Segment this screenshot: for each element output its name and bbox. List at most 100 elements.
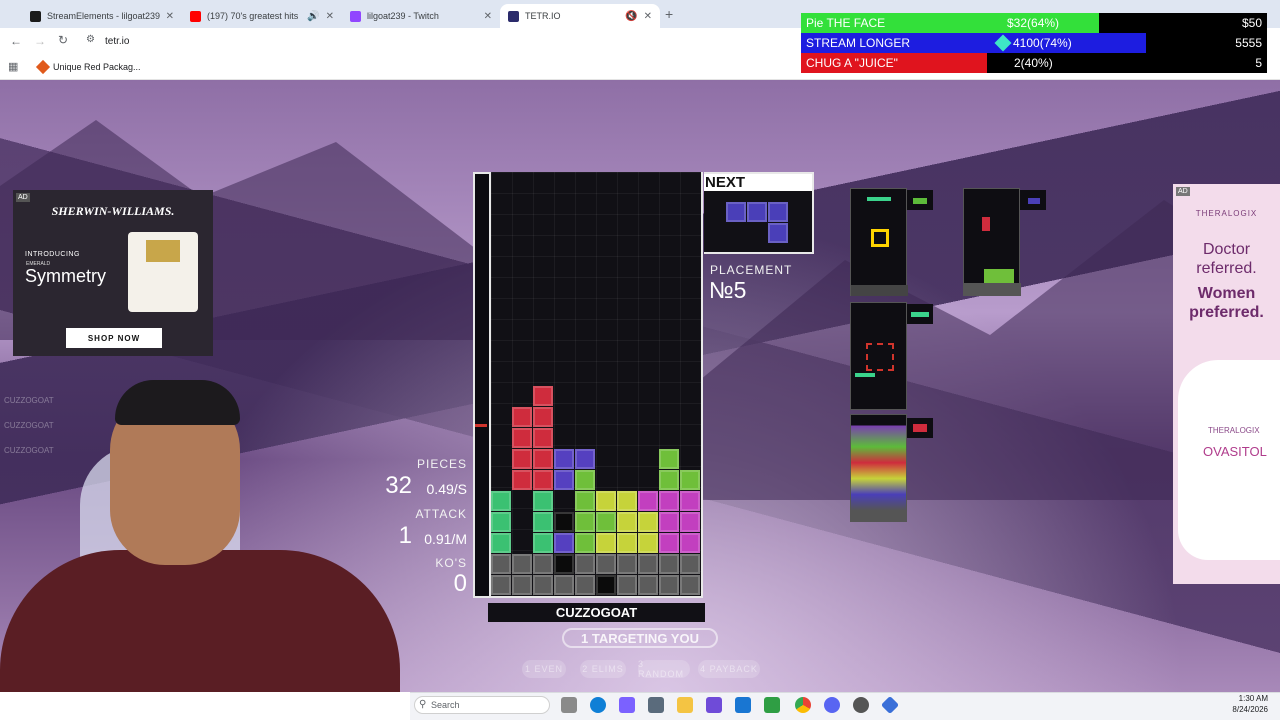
edge-icon[interactable] (590, 697, 606, 713)
ad-line2: referred. (1196, 260, 1257, 277)
board-cell (617, 512, 637, 532)
taskbar-search[interactable]: ⚲ Search (414, 696, 550, 714)
board-cell (512, 575, 532, 595)
board-cell (491, 554, 511, 574)
bottle-brand: THERALOGIX (1208, 426, 1260, 435)
tab-title: StreamElements - lilgoat239 (47, 11, 160, 21)
mail-icon[interactable] (735, 697, 751, 713)
bookmark-item[interactable]: Unique Red Packag... (53, 62, 141, 72)
pieces-label: PIECES (416, 457, 467, 471)
reload-icon[interactable]: ↻ (58, 33, 68, 47)
board-cell (680, 554, 700, 574)
app-icon[interactable] (764, 697, 780, 713)
obs-icon[interactable] (853, 697, 869, 713)
ad-brand: SHERWIN-WILLIAMS. (51, 204, 175, 218)
close-icon[interactable]: ✕ (484, 11, 492, 22)
board-cell (617, 575, 637, 595)
board-cell (533, 449, 553, 469)
board-cell (533, 470, 553, 490)
board-cell (512, 428, 532, 448)
board-cell (575, 449, 595, 469)
mode-even-button[interactable]: 1 EVEN (522, 660, 566, 678)
apps-grid-icon[interactable]: ▦ (8, 60, 18, 73)
garbage-meter (473, 172, 489, 598)
ad-theralogix[interactable]: AD THERALOGIX Doctor referred. Women pre… (1173, 184, 1280, 584)
board-cell (512, 554, 532, 574)
forward-icon[interactable]: → (34, 34, 46, 48)
attack-label: ATTACK (415, 507, 467, 521)
board-cell (638, 575, 658, 595)
tab-title: lilgoat239 - Twitch (367, 11, 439, 21)
file-explorer-icon[interactable] (677, 697, 693, 713)
board-cell (554, 533, 574, 553)
board-cell (533, 575, 553, 595)
site-info-icon[interactable]: ⚙ (86, 34, 95, 45)
board-cell (659, 449, 679, 469)
opponent-board[interactable] (850, 188, 908, 296)
board-cell (638, 512, 658, 532)
board-cell (512, 407, 532, 427)
tab-youtube[interactable]: (197) 70's greatest hits song 🔊 ✕ (182, 4, 342, 28)
ad-sherwin-williams[interactable]: AD SHERWIN-WILLIAMS. INTRODUCING EMERALD… (13, 190, 213, 356)
poll-value: 2(40%) (1014, 56, 1053, 70)
new-tab-button[interactable]: + (665, 6, 673, 22)
search-label: Search (431, 700, 460, 710)
shop-now-button[interactable]: SHOP NOW (66, 328, 162, 348)
app-icon[interactable] (706, 697, 722, 713)
mute-icon[interactable]: 🔇 (625, 11, 637, 22)
opponent-board[interactable] (850, 414, 907, 522)
board-cell (680, 575, 700, 595)
ad-brand: THERALOGIX (1195, 209, 1258, 218)
board-cell (533, 554, 553, 574)
board-cell (617, 554, 637, 574)
close-icon[interactable]: ✕ (644, 11, 652, 22)
chrome-icon[interactable] (795, 697, 811, 713)
opponent-garbage (851, 285, 908, 296)
speaker-icon[interactable]: 🔊 (307, 11, 319, 22)
board-cell (596, 491, 616, 511)
opponent-board[interactable] (963, 188, 1021, 296)
board-cell (533, 533, 553, 553)
tetrio-icon (508, 10, 519, 22)
tab-twitch[interactable]: lilgoat239 - Twitch ✕ (342, 4, 500, 28)
board-cell (575, 554, 595, 574)
tab-tetrio[interactable]: TETR.IO 🔇 ✕ (500, 4, 660, 28)
target-crosshair-icon (871, 229, 889, 247)
player-name: CUZZOGOAT (488, 603, 705, 622)
board-cell (575, 470, 595, 490)
poll-label: STREAM LONGER (806, 36, 911, 50)
board-cell (659, 554, 679, 574)
tab-title: (197) 70's greatest hits song (207, 11, 301, 21)
mode-payback-button[interactable]: 4 PAYBACK (698, 660, 760, 678)
taskbar-date: 8/24/2026 (1232, 705, 1268, 714)
store-icon[interactable] (648, 697, 664, 713)
board-cell (533, 512, 553, 532)
board-cell (617, 533, 637, 553)
board-cell (680, 512, 700, 532)
task-view-icon[interactable] (561, 697, 577, 713)
close-icon[interactable]: ✕ (326, 11, 334, 22)
tab-streamelements[interactable]: StreamElements - lilgoat239 ✕ (22, 4, 182, 28)
discord-icon[interactable] (824, 697, 840, 713)
mode-random-button[interactable]: 3 RANDOM (638, 659, 690, 679)
opponent-next (907, 418, 933, 438)
ad-product: Symmetry (25, 266, 106, 286)
taskbar-time: 1:30 AM (1238, 694, 1268, 703)
opponent-garbage (964, 283, 1021, 296)
poll-value: $32(64%) (1007, 16, 1060, 30)
bottle-product: OVASITOL (1203, 444, 1267, 459)
mode-elims-button[interactable]: 2 ELIMS (580, 660, 626, 678)
tetris-board[interactable] (489, 172, 703, 598)
back-icon[interactable]: ← (10, 34, 22, 48)
url-field[interactable]: tetr.io (105, 36, 129, 47)
ad-badge: AD (1176, 187, 1190, 196)
close-icon[interactable]: ✕ (166, 11, 174, 22)
board-cell (638, 491, 658, 511)
board-cell (596, 575, 616, 595)
youtube-icon (190, 10, 201, 22)
opponent-board[interactable] (850, 302, 907, 410)
copilot-icon[interactable] (619, 697, 635, 713)
board-cell (617, 491, 637, 511)
poll-goal: 5 (1255, 56, 1262, 70)
poll-label: CHUG A "JUICE" (806, 56, 898, 70)
